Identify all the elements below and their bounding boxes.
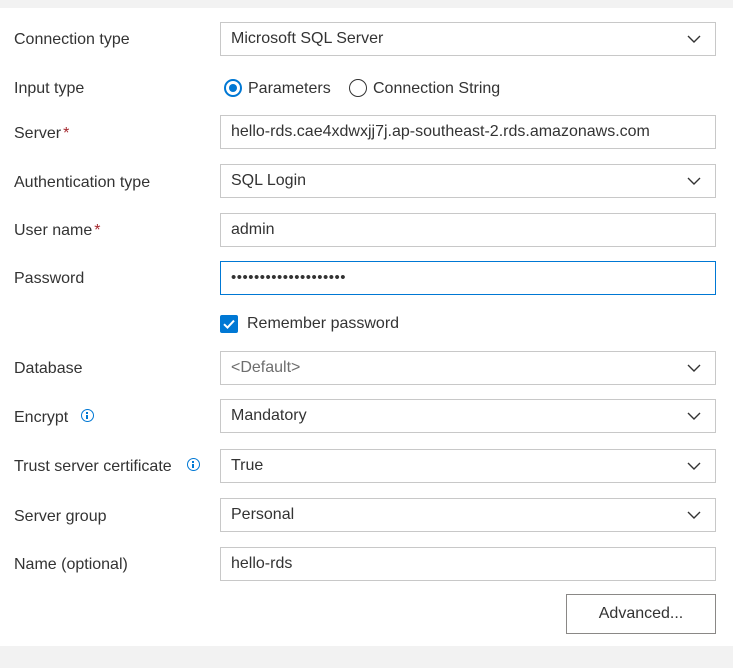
info-icon[interactable] [81, 409, 94, 422]
database-placeholder: <Default> [231, 359, 301, 376]
user-name-label-text: User name [14, 222, 93, 239]
trust-server-certificate-value: True [231, 457, 264, 474]
database-label: Database [14, 360, 83, 377]
connection-type-dropdown[interactable]: Microsoft SQL Server [220, 22, 716, 56]
checkmark-icon [220, 315, 238, 333]
encrypt-label: Encrypt [14, 409, 69, 426]
connection-type-label: Connection type [14, 31, 130, 48]
input-type-label: Input type [14, 80, 85, 97]
connection-type-value: Microsoft SQL Server [231, 30, 384, 47]
server-label-text: Server [14, 125, 62, 142]
authentication-type-dropdown[interactable]: SQL Login [220, 164, 716, 198]
remember-password-label[interactable]: Remember password [247, 314, 399, 334]
authentication-type-label: Authentication type [14, 174, 151, 191]
password-label: Password [14, 270, 85, 287]
server-input[interactable]: hello-rds.cae4xdwxjj7j.ap-southeast-2.rd… [220, 115, 716, 149]
chevron-down-icon [687, 174, 701, 188]
required-marker: * [63, 125, 70, 142]
chevron-down-icon [687, 508, 701, 522]
authentication-type-value: SQL Login [231, 172, 307, 189]
encrypt-value: Mandatory [231, 407, 307, 424]
server-label: Server * [14, 124, 69, 144]
user-name-label: User name * [14, 221, 100, 241]
parameters-radio[interactable] [224, 79, 242, 97]
server-group-label: Server group [14, 508, 107, 525]
chevron-down-icon [687, 459, 701, 473]
name-label: Name (optional) [14, 556, 128, 573]
server-group-dropdown[interactable]: Personal [220, 498, 716, 532]
required-marker: * [94, 222, 101, 239]
connection-string-radio[interactable] [349, 79, 367, 97]
connection-string-radio-label[interactable]: Connection String [373, 79, 500, 99]
trust-server-certificate-dropdown[interactable]: True [220, 449, 716, 483]
chevron-down-icon [687, 361, 701, 375]
trust-server-certificate-label: Trust server certificate [14, 458, 172, 475]
encrypt-dropdown[interactable]: Mandatory [220, 399, 716, 433]
advanced-button[interactable]: Advanced... [566, 594, 716, 634]
password-input[interactable]: •••••••••••••••••••• [220, 261, 716, 295]
info-icon[interactable] [187, 458, 200, 471]
name-input[interactable]: hello-rds [220, 547, 716, 581]
chevron-down-icon [687, 32, 701, 46]
user-name-input[interactable]: admin [220, 213, 716, 247]
parameters-radio-label[interactable]: Parameters [248, 79, 331, 99]
chevron-down-icon [687, 409, 701, 423]
database-dropdown[interactable]: <Default> [220, 351, 716, 385]
remember-password-checkbox[interactable] [220, 315, 238, 333]
server-group-value: Personal [231, 506, 295, 523]
